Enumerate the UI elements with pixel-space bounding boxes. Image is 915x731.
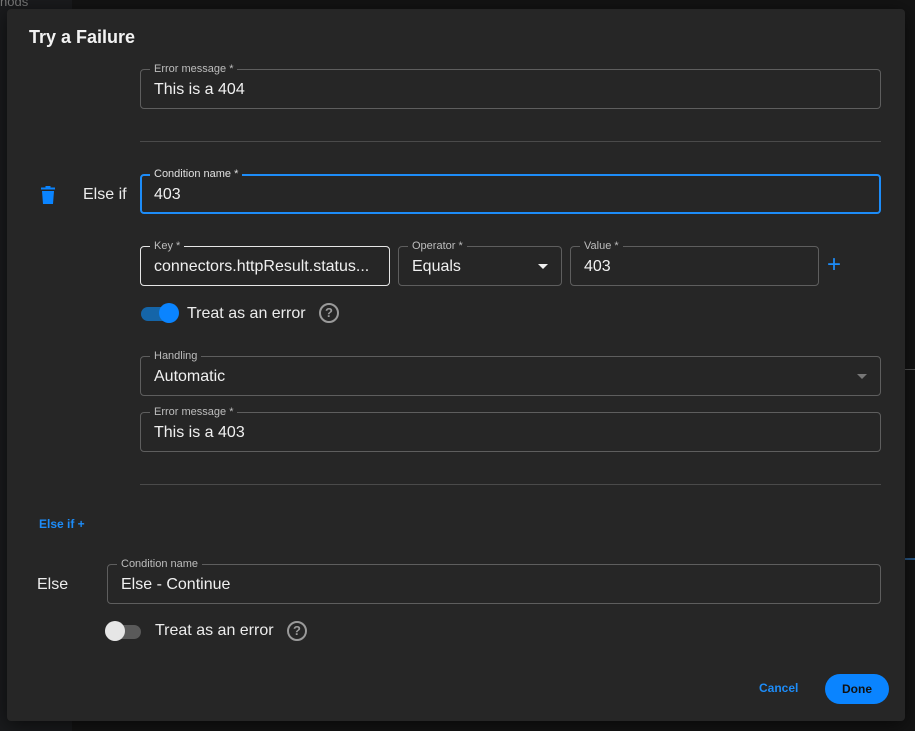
field-label: Handling bbox=[150, 349, 202, 363]
key-input[interactable]: Key * connectors.httpResult.status... bbox=[140, 239, 390, 286]
try-failure-dialog: Try a Failure Error message * This is a … bbox=[7, 9, 905, 721]
field-label: Key * bbox=[150, 239, 185, 253]
error-message-input[interactable]: Error message * This is a 403 bbox=[140, 405, 881, 452]
field-value: Else - Continue bbox=[121, 576, 231, 593]
add-else-if-link[interactable]: Else if + bbox=[39, 517, 85, 531]
else-treat-as-error-toggle[interactable] bbox=[105, 620, 143, 642]
section-divider bbox=[140, 484, 881, 485]
field-label: Error message * bbox=[150, 62, 238, 76]
else-treat-as-error-label: Treat as an error bbox=[155, 622, 274, 639]
field-value: This is a 403 bbox=[154, 424, 245, 441]
add-rule-plus-icon[interactable]: + bbox=[827, 253, 841, 277]
value-input[interactable]: Value * 403 bbox=[570, 239, 819, 286]
trash-icon[interactable] bbox=[41, 186, 55, 204]
field-label: Value * bbox=[580, 239, 623, 253]
dropdown-arrow-icon bbox=[538, 264, 548, 269]
condition-name-input[interactable]: Condition name * 403 bbox=[140, 167, 881, 214]
field-value: connectors.httpResult.status... bbox=[154, 258, 370, 275]
help-icon[interactable]: ? bbox=[287, 621, 307, 641]
field-value: Equals bbox=[412, 258, 461, 275]
background-text: hods bbox=[0, 0, 29, 9]
operator-select[interactable]: Operator * Equals bbox=[398, 239, 562, 286]
else-if-label: Else if bbox=[83, 186, 127, 203]
dialog-title: Try a Failure bbox=[29, 27, 136, 47]
field-label: Operator * bbox=[408, 239, 467, 253]
field-label: Condition name bbox=[117, 557, 203, 571]
field-label: Error message * bbox=[150, 405, 238, 419]
toggle-knob bbox=[105, 621, 125, 641]
treat-as-error-label: Treat as an error bbox=[187, 305, 306, 322]
help-icon[interactable]: ? bbox=[319, 303, 339, 323]
handling-select[interactable]: Handling Automatic bbox=[140, 349, 881, 396]
field-value: Automatic bbox=[154, 368, 226, 385]
field-label: Condition name * bbox=[150, 167, 243, 181]
field-value: This is a 404 bbox=[154, 81, 245, 98]
treat-as-error-toggle[interactable] bbox=[141, 302, 179, 324]
else-condition-name-input[interactable]: Condition name Else - Continue bbox=[107, 557, 881, 604]
field-value: 403 bbox=[154, 186, 181, 203]
done-button[interactable]: Done bbox=[825, 674, 889, 704]
field-value: 403 bbox=[584, 258, 611, 275]
toggle-knob bbox=[159, 303, 179, 323]
section-divider bbox=[140, 141, 881, 142]
else-label: Else bbox=[37, 576, 69, 593]
dropdown-arrow-icon bbox=[857, 374, 867, 379]
prev-error-message-field[interactable]: Error message * This is a 404 bbox=[140, 62, 881, 109]
cancel-button[interactable]: Cancel bbox=[759, 681, 798, 695]
